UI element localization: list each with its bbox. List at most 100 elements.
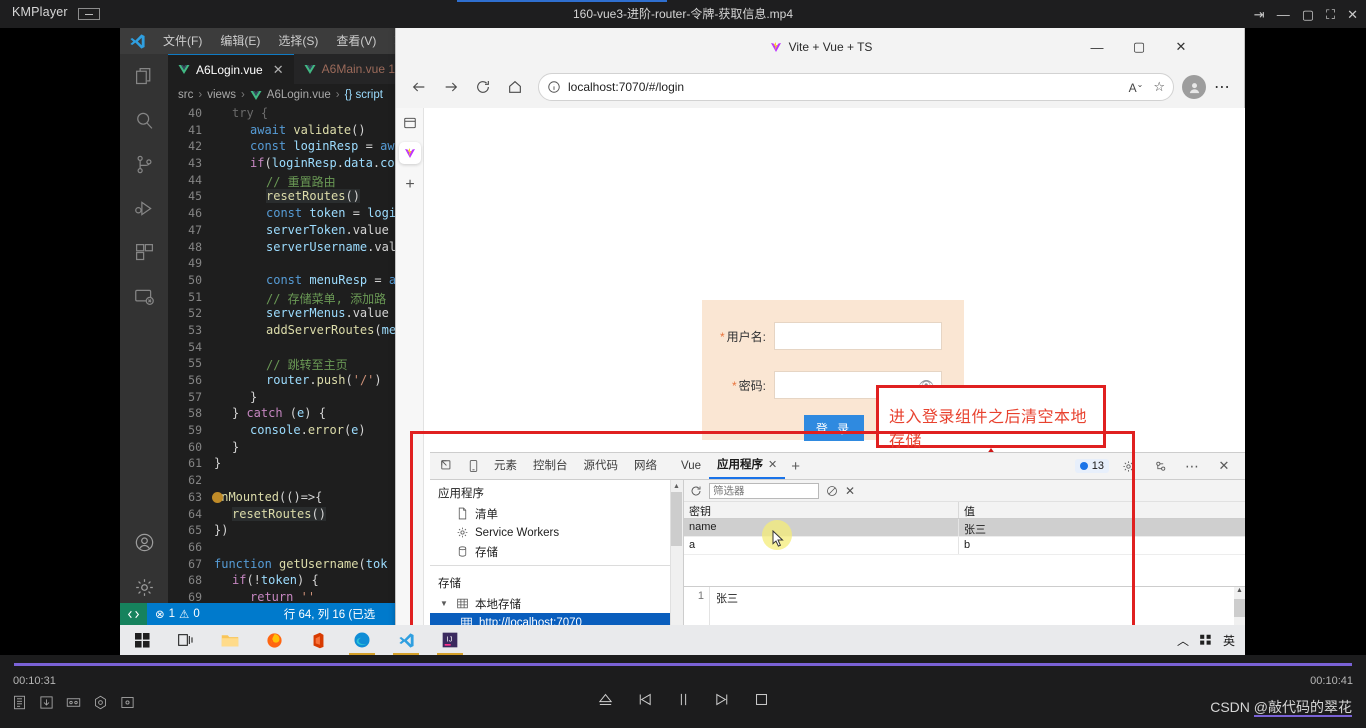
devtools-tab-vue[interactable]: Vue bbox=[673, 453, 709, 479]
clear-icon[interactable] bbox=[826, 485, 838, 497]
scroll-up-icon[interactable]: ▲ bbox=[671, 480, 682, 492]
close-icon[interactable]: ✕ bbox=[1160, 28, 1202, 66]
line-number: 44 bbox=[188, 172, 202, 187]
read-aloud-icon[interactable]: A⌄ bbox=[1129, 80, 1144, 95]
username-row: * 用户名: bbox=[702, 322, 942, 350]
info-icon[interactable] bbox=[547, 80, 561, 94]
settings-gear-icon[interactable] bbox=[1115, 454, 1141, 478]
sidebar-item-storage[interactable]: 存储 bbox=[430, 542, 683, 561]
username-input[interactable] bbox=[774, 322, 942, 350]
sidebar-item-local-storage[interactable]: ▼ 本地存储 bbox=[430, 594, 683, 613]
tab-a6login-vue[interactable]: A6Login.vue ✕ bbox=[168, 54, 294, 84]
breadcrumb-symbol[interactable]: {} script bbox=[345, 89, 383, 101]
devtools-tab-sources[interactable]: 源代码 bbox=[576, 453, 627, 479]
scrollbar-thumb[interactable] bbox=[671, 492, 682, 546]
cursor-position[interactable]: 行 64, 列 16 (已选 bbox=[276, 606, 383, 622]
menu-edit[interactable]: 编辑(E) bbox=[211, 28, 269, 54]
warning-icon: ⚠ bbox=[179, 609, 190, 621]
vite-tab-icon[interactable] bbox=[398, 142, 421, 164]
cell-key: name bbox=[684, 519, 959, 536]
delete-icon[interactable]: ✕ bbox=[845, 484, 855, 498]
devtools-add-tab-icon[interactable]: + bbox=[785, 458, 806, 475]
maximize-icon[interactable]: ▢ bbox=[1118, 28, 1160, 66]
devtools-tab-elements[interactable]: 元素 bbox=[486, 453, 525, 479]
next-icon[interactable] bbox=[714, 691, 731, 708]
previous-icon[interactable] bbox=[636, 691, 653, 708]
inspect-icon[interactable] bbox=[434, 454, 460, 478]
source-control-icon[interactable] bbox=[120, 142, 168, 186]
windows-start-icon[interactable] bbox=[120, 625, 164, 655]
extensions-icon[interactable] bbox=[120, 230, 168, 274]
address-bar[interactable]: localhost:7070/#/login A⌄ ☆ bbox=[538, 73, 1174, 101]
chevron-down-icon[interactable]: ▼ bbox=[440, 599, 450, 608]
close-icon[interactable]: ✕ bbox=[273, 62, 284, 78]
menu-selection[interactable]: 选择(S) bbox=[269, 28, 327, 54]
close-icon[interactable]: ✕ bbox=[1211, 454, 1237, 478]
tray-chevron-icon[interactable]: ︿ bbox=[1177, 632, 1189, 649]
column-header-value[interactable]: 值 bbox=[959, 502, 980, 518]
menu-file[interactable]: 文件(F) bbox=[154, 28, 211, 54]
avatar[interactable] bbox=[1182, 75, 1206, 99]
storage-filter-input[interactable] bbox=[709, 482, 819, 499]
player-progress-bar[interactable] bbox=[14, 663, 1352, 666]
customize-icon[interactable] bbox=[1147, 454, 1173, 478]
explorer-icon[interactable] bbox=[120, 54, 168, 98]
pip-icon[interactable]: ⇥ bbox=[1254, 8, 1265, 21]
column-header-key[interactable]: 密钥 bbox=[684, 502, 959, 518]
breadcrumb-views[interactable]: views bbox=[207, 89, 236, 101]
close-icon[interactable]: ✕ bbox=[1347, 8, 1358, 21]
remote-icon[interactable] bbox=[120, 274, 168, 318]
new-tab-plus-icon[interactable]: + bbox=[396, 170, 424, 200]
favorite-icon[interactable]: ☆ bbox=[1153, 79, 1165, 95]
tab-a6main-vue[interactable]: A6Main.vue 1 bbox=[294, 54, 405, 84]
tab-actions-icon[interactable] bbox=[396, 108, 424, 138]
menu-view[interactable]: 查看(V) bbox=[327, 28, 385, 54]
vscode-icon[interactable] bbox=[384, 625, 428, 655]
scroll-up-icon[interactable]: ▲ bbox=[1234, 587, 1245, 594]
login-submit-button[interactable]: 登 录 bbox=[804, 415, 864, 441]
run-debug-icon[interactable] bbox=[120, 186, 168, 230]
back-icon[interactable] bbox=[404, 72, 434, 102]
ime-icon[interactable] bbox=[1199, 633, 1213, 647]
breadcrumb-src[interactable]: src bbox=[178, 89, 193, 101]
minimize-icon[interactable]: — bbox=[1076, 28, 1118, 66]
edge-more-icon[interactable]: ⋯ bbox=[1208, 73, 1236, 101]
player-mini-mode-button[interactable] bbox=[78, 8, 100, 20]
account-icon[interactable] bbox=[120, 520, 168, 564]
line-number: 67 bbox=[188, 556, 202, 571]
breakpoint-icon[interactable] bbox=[212, 491, 223, 503]
device-toolbar-icon[interactable] bbox=[460, 454, 486, 478]
more-icon[interactable]: ⋯ bbox=[1179, 454, 1205, 478]
file-explorer-icon[interactable] bbox=[208, 625, 252, 655]
task-view-icon[interactable] bbox=[164, 625, 208, 655]
idea-icon[interactable]: IJ bbox=[428, 625, 472, 655]
forward-icon[interactable] bbox=[436, 72, 466, 102]
devtools-tab-console[interactable]: 控制台 bbox=[525, 453, 576, 479]
firefox-icon[interactable] bbox=[252, 625, 296, 655]
watermark-prefix: CSDN bbox=[1210, 699, 1254, 715]
sidebar-item-service-workers[interactable]: Service Workers bbox=[430, 523, 683, 542]
scrollbar-thumb[interactable] bbox=[1234, 599, 1245, 617]
office-icon[interactable] bbox=[296, 625, 340, 655]
eject-icon[interactable] bbox=[597, 691, 614, 708]
problems-indicator[interactable]: ⊗ 1 ⚠ 0 bbox=[147, 607, 208, 621]
stop-icon[interactable] bbox=[753, 691, 770, 708]
devtools-tab-application[interactable]: 应用程序 ✕ bbox=[709, 452, 786, 479]
edge-icon[interactable] bbox=[340, 625, 384, 655]
close-icon[interactable]: ✕ bbox=[768, 452, 777, 478]
issues-badge[interactable]: 13 bbox=[1074, 459, 1109, 473]
player-window-buttons: ⇥ — ▢ ⛶ ✕ bbox=[1254, 0, 1358, 28]
reload-icon[interactable] bbox=[468, 72, 498, 102]
pause-icon[interactable] bbox=[675, 691, 692, 708]
ime-label[interactable]: 英 bbox=[1223, 632, 1235, 649]
home-icon[interactable] bbox=[500, 72, 530, 102]
refresh-icon[interactable] bbox=[690, 485, 702, 497]
sidebar-item-manifest[interactable]: 清单 bbox=[430, 504, 683, 523]
maximize-icon[interactable]: ▢ bbox=[1302, 8, 1314, 21]
devtools-tab-network[interactable]: 网络 bbox=[626, 453, 665, 479]
search-icon[interactable] bbox=[120, 98, 168, 142]
breadcrumb-file[interactable]: A6Login.vue bbox=[267, 89, 331, 101]
minimize-icon[interactable]: — bbox=[1277, 8, 1290, 21]
remote-indicator[interactable] bbox=[120, 603, 147, 625]
fullscreen-icon[interactable]: ⛶ bbox=[1326, 8, 1335, 21]
